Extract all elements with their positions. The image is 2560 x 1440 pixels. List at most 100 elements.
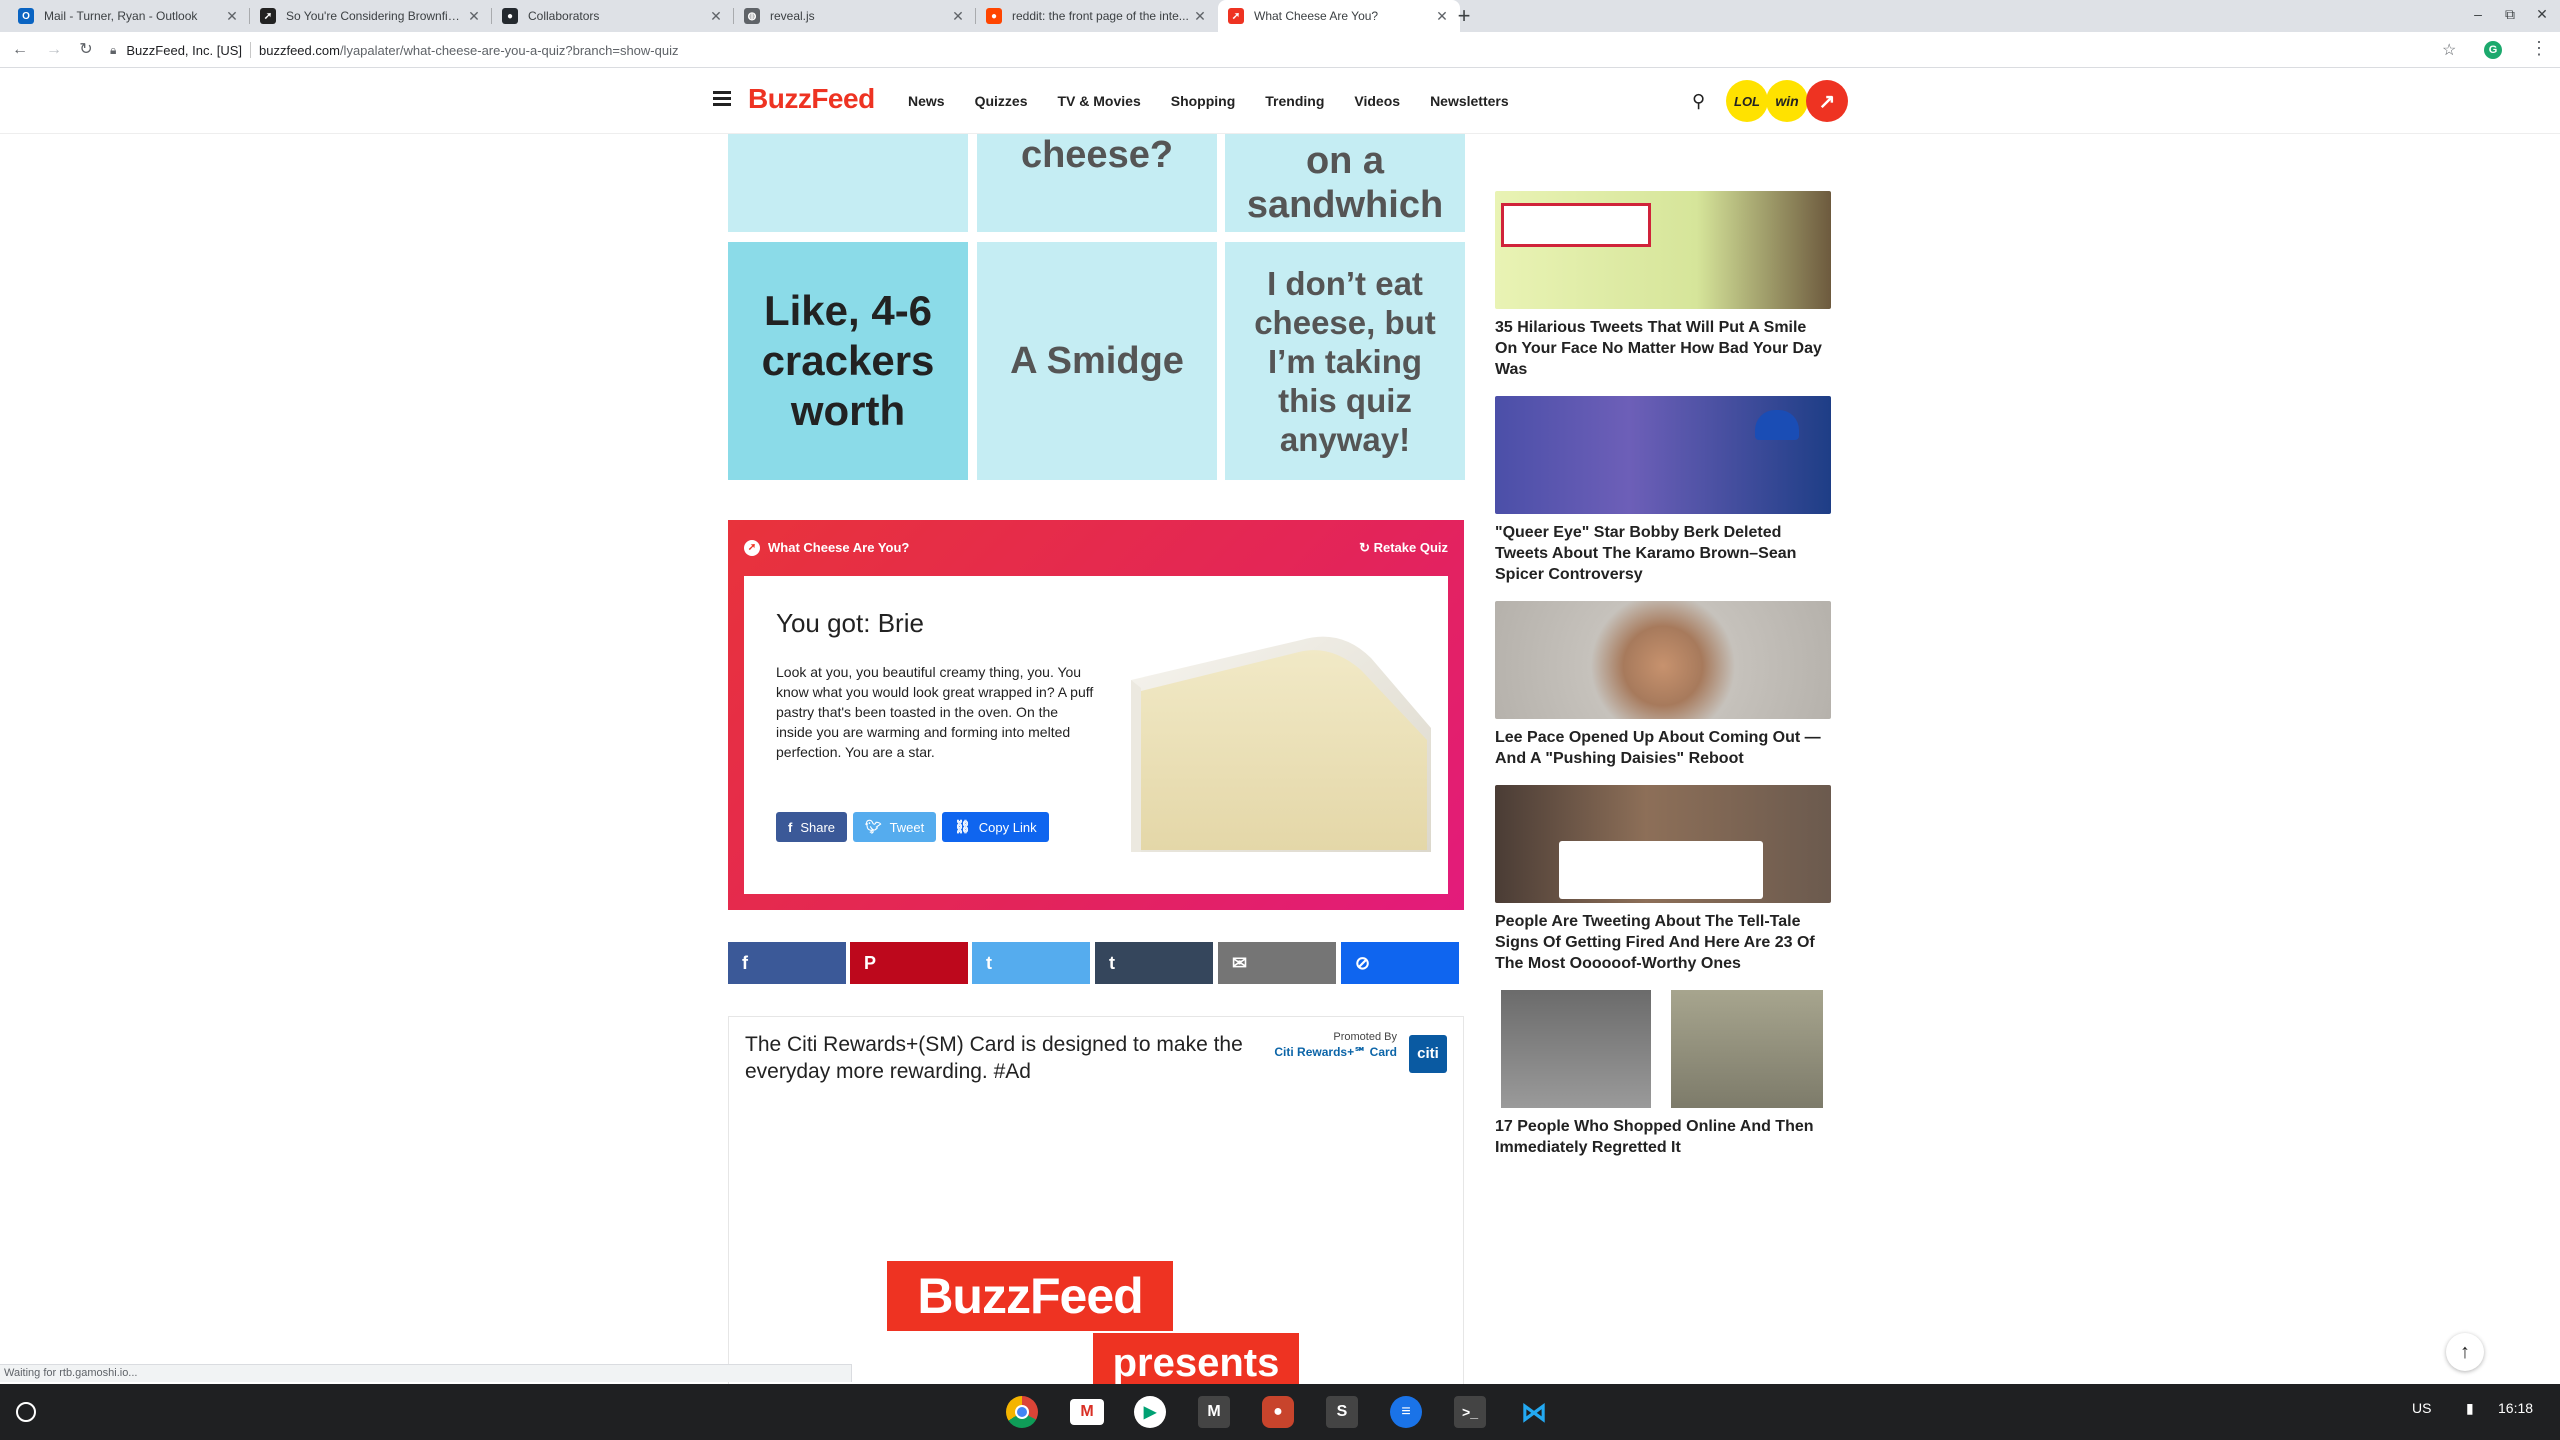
tab-title: What Cheese Are You? xyxy=(1254,9,1379,23)
hamburger-menu-icon[interactable] xyxy=(713,91,731,106)
link-icon: ⊘ xyxy=(1355,952,1371,973)
share-bar-copy-link[interactable]: ⊘ xyxy=(1341,942,1459,984)
launcher-icon[interactable] xyxy=(16,1402,36,1422)
buzzfeed-tab-icon: ➚ xyxy=(260,8,276,24)
ad-headline[interactable]: The Citi Rewards+(SM) Card is designed t… xyxy=(745,1031,1265,1085)
browser-tab[interactable]: ● Collaborators ✕ xyxy=(492,0,734,32)
browser-tab[interactable]: ➚ What Cheese Are You? ✕ xyxy=(1218,0,1460,32)
browser-toolbar: ← → ↻ 🔒︎ BuzzFeed, Inc. [US] buzzfeed.co… xyxy=(0,32,2560,68)
play-store-icon[interactable]: ▶ xyxy=(1134,1396,1166,1428)
share-bar-tumblr[interactable]: t xyxy=(1095,942,1213,984)
article-thumbnail[interactable] xyxy=(1495,785,1831,903)
tweet-button[interactable]: 🐦︎ Tweet xyxy=(853,812,937,842)
share-bar-pinterest[interactable]: P xyxy=(850,942,968,984)
article-title[interactable]: Lee Pace Opened Up About Coming Out — An… xyxy=(1495,727,1831,769)
sidebar-article[interactable]: 17 People Who Shopped Online And Then Im… xyxy=(1495,990,1831,1158)
copy-link-label: Copy Link xyxy=(978,819,1037,835)
chrome-icon[interactable] xyxy=(1006,1396,1038,1428)
close-tab-icon[interactable]: ✕ xyxy=(466,8,482,25)
vscode-icon[interactable]: ⋈ xyxy=(1518,1396,1550,1428)
answer-tile[interactable]: cheese? xyxy=(977,134,1217,232)
trending-badge[interactable]: ↗ xyxy=(1806,80,1848,122)
buzzfeed-logo[interactable]: BuzzFeed xyxy=(748,83,875,115)
slides-app-icon[interactable]: S xyxy=(1326,1396,1358,1428)
sidebar-article[interactable]: Lee Pace Opened Up About Coming Out — An… xyxy=(1495,601,1831,769)
terminal-icon[interactable]: >_ xyxy=(1454,1396,1486,1428)
gmail-icon[interactable]: M xyxy=(1070,1399,1104,1425)
answer-tile-selected[interactable]: Like, 4-6 crackers worth xyxy=(728,242,968,480)
browser-tab[interactable]: ● reddit: the front page of the inte... ✕ xyxy=(976,0,1218,32)
reddit-icon: ● xyxy=(986,8,1002,24)
browser-tab[interactable]: ➚ So You're Considering Brownfield... ✕ xyxy=(250,0,492,32)
result-header: ➚ What Cheese Are You? ↻ Retake Quiz xyxy=(728,520,1464,576)
answer-tile[interactable]: A Smidge xyxy=(977,242,1217,480)
article-title[interactable]: 17 People Who Shopped Online And Then Im… xyxy=(1495,1116,1831,1158)
nav-news[interactable]: News xyxy=(908,93,945,109)
copy-link-button[interactable]: ⛓︎ Copy Link xyxy=(942,812,1049,842)
battery-icon[interactable]: ▮ xyxy=(2466,1400,2474,1417)
restore-icon[interactable]: ⧉ xyxy=(2500,6,2520,23)
lock-icon: 🔒︎ xyxy=(110,42,117,57)
close-tab-icon[interactable]: ✕ xyxy=(950,8,966,25)
forward-icon[interactable]: → xyxy=(44,40,64,60)
article-title[interactable]: People Are Tweeting About The Tell-Tale … xyxy=(1495,911,1831,974)
address-bar[interactable]: 🔒︎ BuzzFeed, Inc. [US] buzzfeed.com/lyap… xyxy=(110,36,2460,64)
win-badge[interactable]: win xyxy=(1766,80,1808,122)
share-bar-email[interactable]: ✉ xyxy=(1218,942,1336,984)
close-tab-icon[interactable]: ✕ xyxy=(1192,8,1208,25)
sidebar-article[interactable]: 35 Hilarious Tweets That Will Put A Smil… xyxy=(1495,191,1831,380)
nav-shopping[interactable]: Shopping xyxy=(1171,93,1236,109)
bookmark-star-icon[interactable]: ☆ xyxy=(2442,40,2456,60)
article-title[interactable]: "Queer Eye" Star Bobby Berk Deleted Twee… xyxy=(1495,522,1831,585)
medium-icon[interactable]: M xyxy=(1198,1396,1230,1428)
locale-indicator[interactable]: US xyxy=(2412,1400,2431,1416)
share-facebook-button[interactable]: f Share xyxy=(776,812,848,842)
answer-tile[interactable]: on a sandwhich xyxy=(1225,134,1465,232)
extension-icon[interactable]: G xyxy=(2484,41,2502,59)
article-thumbnail[interactable] xyxy=(1495,191,1831,309)
citi-logo[interactable]: citi xyxy=(1409,1035,1447,1073)
address-divider xyxy=(250,42,251,58)
article-title[interactable]: 35 Hilarious Tweets That Will Put A Smil… xyxy=(1495,317,1831,380)
buzzfeed-badge-icon: ➚ xyxy=(744,540,760,556)
nav-newsletters[interactable]: Newsletters xyxy=(1430,93,1509,109)
browser-menu-icon[interactable]: ⋮ xyxy=(2530,38,2548,59)
search-icon[interactable]: ⚲ xyxy=(1692,91,1705,112)
article-thumbnail[interactable] xyxy=(1495,601,1831,719)
lol-badge[interactable]: LOL xyxy=(1726,80,1768,122)
back-icon[interactable]: ← xyxy=(10,40,30,60)
facebook-icon: f xyxy=(788,819,793,835)
nav-quizzes[interactable]: Quizzes xyxy=(975,93,1028,109)
close-tab-icon[interactable]: ✕ xyxy=(1434,8,1450,25)
minimize-icon[interactable]: – xyxy=(2468,6,2488,22)
ad-brand[interactable]: Citi Rewards+℠ Card xyxy=(1274,1045,1397,1059)
clock[interactable]: 16:18 xyxy=(2498,1400,2533,1416)
share-bar-facebook[interactable]: f xyxy=(728,942,846,984)
nav-trending[interactable]: Trending xyxy=(1265,93,1324,109)
github-icon: ● xyxy=(502,8,518,24)
app-icon[interactable]: ● xyxy=(1262,1396,1294,1428)
close-tab-icon[interactable]: ✕ xyxy=(224,8,240,25)
answer-tile[interactable] xyxy=(728,134,968,232)
hoodie-photo-2 xyxy=(1671,990,1823,1108)
browser-tab[interactable]: ◍ reveal.js ✕ xyxy=(734,0,976,32)
sidebar-article[interactable]: "Queer Eye" Star Bobby Berk Deleted Twee… xyxy=(1495,396,1831,585)
nav-tv-movies[interactable]: TV & Movies xyxy=(1057,93,1140,109)
tumblr-icon: t xyxy=(1109,952,1115,973)
answer-tile[interactable]: I don’t eat cheese, but I’m taking this … xyxy=(1225,242,1465,480)
article-thumbnail[interactable] xyxy=(1495,990,1831,1108)
article-thumbnail[interactable] xyxy=(1495,396,1831,514)
retake-label: Retake Quiz xyxy=(1373,540,1448,555)
close-window-icon[interactable]: ✕ xyxy=(2532,6,2552,23)
retake-quiz-button[interactable]: ↻ Retake Quiz xyxy=(1359,540,1448,556)
nav-videos[interactable]: Videos xyxy=(1354,93,1400,109)
browser-tab[interactable]: O Mail - Turner, Ryan - Outlook ✕ xyxy=(8,0,250,32)
reload-icon[interactable]: ↻ xyxy=(76,40,96,60)
link-icon: ⛓︎ xyxy=(954,819,971,834)
new-tab-button[interactable]: + xyxy=(1452,4,1476,28)
close-tab-icon[interactable]: ✕ xyxy=(708,8,724,25)
messages-icon[interactable]: ≡ xyxy=(1390,1396,1422,1428)
share-bar-twitter[interactable]: t xyxy=(972,942,1090,984)
sidebar-article[interactable]: People Are Tweeting About The Tell-Tale … xyxy=(1495,785,1831,974)
back-to-top-button[interactable]: ↑ xyxy=(2446,1333,2484,1371)
